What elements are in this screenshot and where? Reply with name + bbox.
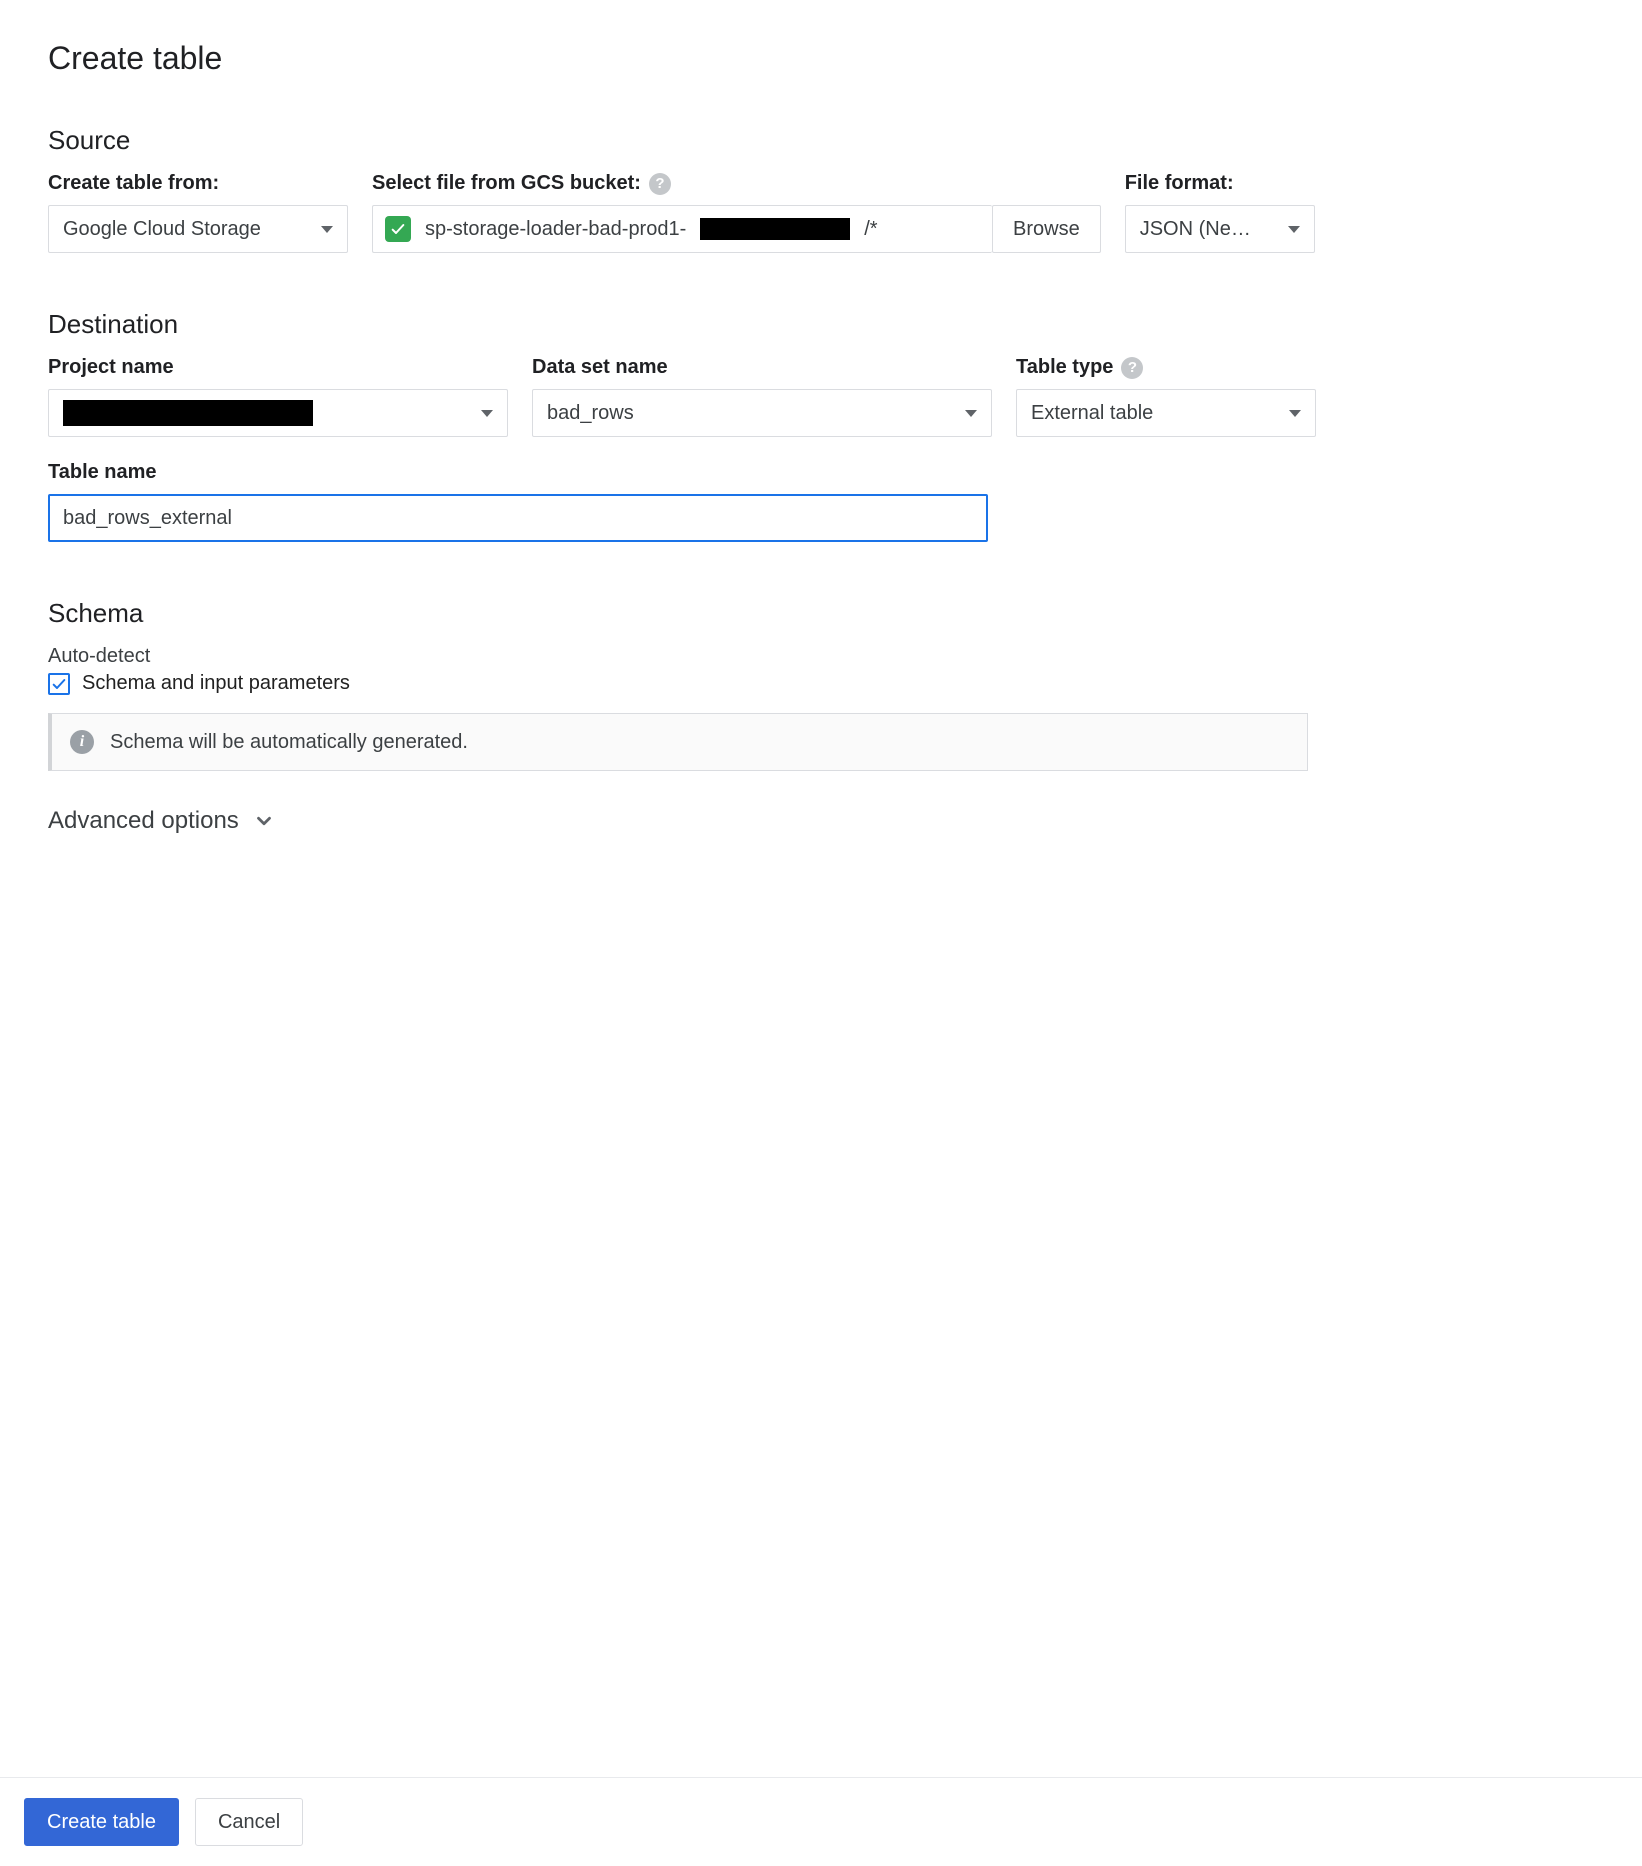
project-name-label: Project name [48,356,508,379]
table-name-input[interactable] [48,494,988,542]
source-section: Source Create table from: Google Cloud S… [48,125,1594,253]
schema-section: Schema Auto-detect Schema and input para… [48,598,1594,771]
caret-down-icon [321,226,333,233]
create-table-from-select[interactable]: Google Cloud Storage [48,205,348,253]
schema-heading: Schema [48,598,1594,629]
schema-info-text: Schema will be automatically generated. [110,731,468,754]
destination-heading: Destination [48,309,1594,340]
table-type-value: External table [1031,402,1153,425]
file-format-value: JSON (Ne… [1140,218,1251,241]
create-table-button[interactable]: Create table [24,1798,179,1846]
dataset-name-value: bad_rows [547,402,634,425]
chevron-down-icon [253,810,275,832]
auto-detect-checkbox-label: Schema and input parameters [82,672,350,695]
help-icon[interactable]: ? [649,173,671,195]
redacted-segment [700,218,850,240]
schema-info-banner: i Schema will be automatically generated… [48,713,1308,771]
gcs-path-input[interactable]: sp-storage-loader-bad-prod1- /* [372,205,992,253]
file-format-label: File format: [1125,172,1315,195]
cancel-button[interactable]: Cancel [195,1798,303,1846]
project-name-select[interactable] [48,389,508,437]
caret-down-icon [965,410,977,417]
gcs-path-suffix: /* [864,218,877,241]
footer-actions: Create table Cancel [0,1777,1642,1866]
create-table-from-label: Create table from: [48,172,348,195]
dataset-name-label: Data set name [532,356,992,379]
caret-down-icon [1289,410,1301,417]
auto-detect-label: Auto-detect [48,645,1594,668]
info-icon: i [70,730,94,754]
destination-section: Destination Project name Data set name b… [48,309,1594,542]
gcs-path-prefix: sp-storage-loader-bad-prod1- [425,218,686,241]
create-table-from-value: Google Cloud Storage [63,218,261,241]
help-icon[interactable]: ? [1121,357,1143,379]
caret-down-icon [481,410,493,417]
check-icon [385,216,411,242]
table-type-select[interactable]: External table [1016,389,1316,437]
advanced-options-label: Advanced options [48,807,239,835]
gcs-file-label: Select file from GCS bucket: [372,172,641,195]
file-format-select[interactable]: JSON (Ne… [1125,205,1315,253]
table-name-label: Table name [48,461,988,484]
table-type-label: Table type [1016,356,1113,379]
source-heading: Source [48,125,1594,156]
page-title: Create table [48,40,1594,77]
caret-down-icon [1288,226,1300,233]
auto-detect-checkbox[interactable] [48,673,70,695]
dataset-name-select[interactable]: bad_rows [532,389,992,437]
redacted-project-value [63,400,313,426]
browse-button[interactable]: Browse [992,205,1101,253]
advanced-options-toggle[interactable]: Advanced options [48,807,1594,835]
